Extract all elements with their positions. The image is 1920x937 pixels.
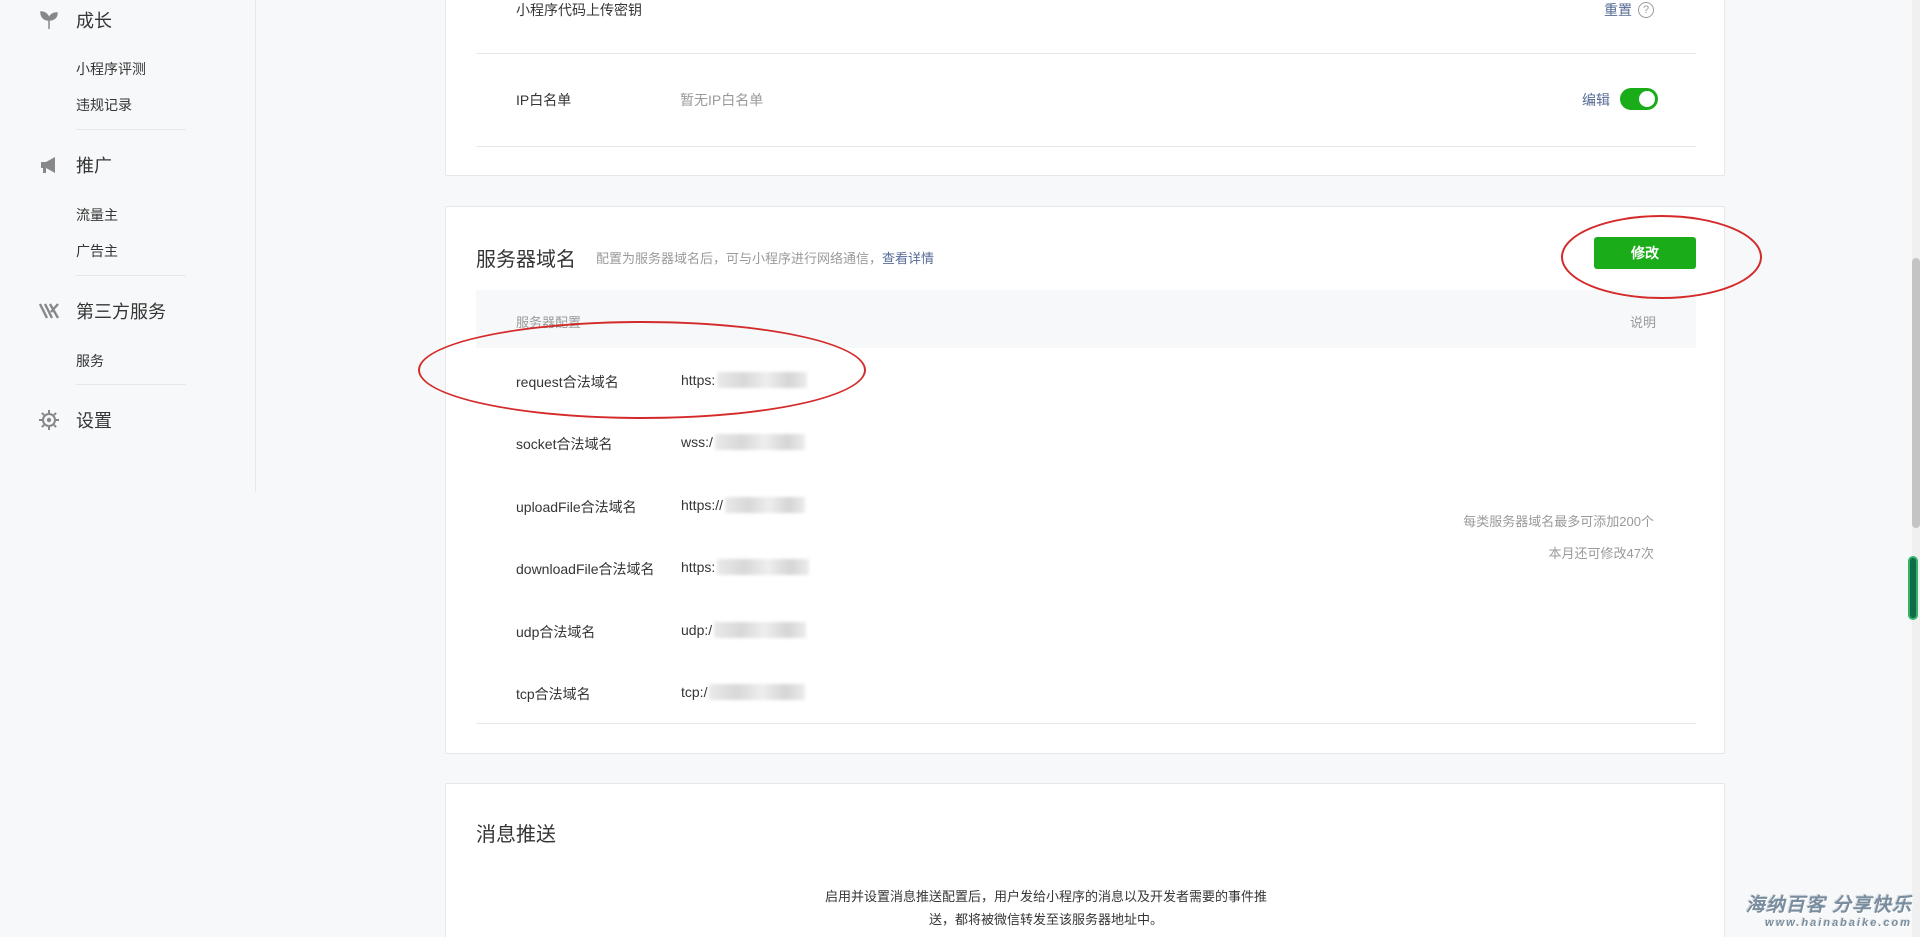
domain-value-text: https://	[681, 497, 724, 513]
scrollbar-thumb[interactable]	[1912, 258, 1920, 528]
ip-whitelist-label: IP白名单	[516, 92, 572, 108]
sidebar-divider	[76, 129, 186, 130]
domain-value: wss:/	[681, 434, 805, 450]
modify-quota-note: 本月还可修改47次	[1548, 546, 1654, 561]
divider	[476, 146, 1696, 147]
watermark-line: www.hainabaike.com	[1765, 917, 1912, 929]
redacted-domain	[714, 622, 807, 638]
description-line: 送，都将被微信转发至该服务器地址中。	[928, 912, 1163, 927]
help-icon[interactable]: ?	[1638, 2, 1654, 18]
gear-icon	[38, 409, 60, 431]
domain-value-text: https:	[681, 372, 716, 388]
domain-value-text: udp:/	[681, 622, 713, 638]
table-header: 服务器配置 说明	[476, 290, 1696, 348]
domain-label: tcp合法域名	[516, 686, 591, 702]
sidebar-item-services[interactable]: 服务	[76, 351, 104, 371]
table-row: udp合法域名 udp:/	[476, 612, 1236, 652]
domain-value-text: https:	[681, 559, 716, 575]
megaphone-icon	[38, 154, 60, 176]
watermark-logo: 海纳百客 分享快乐 www.hainabaike.com	[1746, 890, 1912, 929]
sidebar-divider	[76, 384, 186, 385]
sidebar: 成长 小程序评测 违规记录 推广 流量主 广告主 第三方服务 服务 设置	[0, 0, 256, 492]
third-party-icon	[38, 300, 60, 322]
header-note: 说明	[1629, 315, 1656, 330]
divider	[476, 53, 1696, 54]
domain-label: udp合法域名	[516, 624, 596, 640]
domain-label: downloadFile合法域名	[516, 561, 655, 577]
domain-label: uploadFile合法域名	[516, 499, 637, 515]
domain-value: https:	[681, 559, 810, 575]
upload-secret-label: 小程序代码上传密钥	[516, 2, 642, 18]
sidebar-item-traffic-owner[interactable]: 流量主	[76, 205, 118, 225]
ip-whitelist-toggle[interactable]	[1620, 88, 1658, 110]
sidebar-head-label: 设置	[76, 411, 112, 431]
sidebar-item-advertiser[interactable]: 广告主	[76, 241, 118, 261]
server-domain-description: 配置为服务器域名后，可与小程序进行网络通信，查看详情	[596, 248, 934, 267]
app-window: 成长 小程序评测 违规记录 推广 流量主 广告主 第三方服务 服务 设置 小程序…	[0, 0, 1920, 937]
sidebar-head-label: 第三方服务	[76, 302, 166, 322]
server-domain-card: 服务器域名 配置为服务器域名后，可与小程序进行网络通信，查看详情 修改 服务器配…	[445, 206, 1725, 754]
sidebar-head-growth[interactable]: 成长	[38, 5, 112, 35]
server-domain-title: 服务器域名	[476, 249, 576, 271]
redacted-domain	[714, 434, 805, 450]
page-scrollbar[interactable]	[1912, 0, 1920, 937]
domain-value: udp:/	[681, 622, 807, 638]
message-push-card: 消息推送 启用并设置消息推送配置后，用户发给小程序的消息以及开发者需要的事件推 …	[445, 783, 1725, 937]
sidebar-item-violations[interactable]: 违规记录	[76, 95, 132, 115]
description-text: 配置为服务器域名后，可与小程序进行网络通信，	[596, 251, 883, 266]
watermark-line: 海纳百客 分享快乐	[1745, 895, 1912, 916]
sidebar-divider	[76, 275, 186, 276]
sidebar-head-label: 推广	[76, 156, 112, 176]
redacted-domain	[725, 497, 806, 513]
description-line: 启用并设置消息推送配置后，用户发给小程序的消息以及开发者需要的事件推	[824, 889, 1267, 904]
table-row: socket合法域名 wss:/	[476, 424, 1236, 464]
table-row: request合法域名 https:	[476, 362, 1236, 402]
domain-limit-note: 每类服务器域名最多可添加200个	[1463, 514, 1654, 529]
sidebar-head-third-party[interactable]: 第三方服务	[38, 296, 166, 326]
sidebar-head-label: 成长	[76, 11, 112, 31]
domain-value-text: tcp:/	[681, 684, 708, 700]
domain-value: https://	[681, 497, 806, 513]
sidebar-head-promotion[interactable]: 推广	[38, 150, 112, 180]
sidebar-head-settings[interactable]: 设置	[38, 405, 112, 435]
leaf-icon	[38, 9, 60, 31]
header-server-config: 服务器配置	[516, 315, 582, 330]
domain-value-text: wss:/	[681, 434, 713, 450]
redacted-domain	[709, 684, 806, 700]
dev-settings-card: 小程序代码上传密钥 重置 ? IP白名单 暂无IP白名单 编辑	[445, 0, 1725, 176]
domain-label: socket合法域名	[516, 436, 613, 452]
domain-value: tcp:/	[681, 684, 806, 700]
sidebar-item-evaluation[interactable]: 小程序评测	[76, 59, 146, 79]
divider	[476, 723, 1696, 724]
toggle-knob	[1639, 91, 1655, 107]
domain-value: https:	[681, 372, 808, 388]
ip-whitelist-value: 暂无IP白名单	[680, 92, 764, 108]
view-details-link[interactable]: 查看详情	[882, 251, 934, 266]
message-push-description: 启用并设置消息推送配置后，用户发给小程序的消息以及开发者需要的事件推 送，都将被…	[786, 885, 1306, 931]
side-float-handle[interactable]	[1908, 556, 1918, 620]
table-row: downloadFile合法域名 https:	[476, 549, 1236, 589]
reset-secret-link[interactable]: 重置	[1604, 0, 1632, 20]
modify-button[interactable]: 修改	[1594, 237, 1696, 269]
table-row: tcp合法域名 tcp:/	[476, 674, 1236, 714]
redacted-domain	[717, 559, 810, 575]
edit-ip-link[interactable]: 编辑	[1582, 90, 1610, 110]
table-row: uploadFile合法域名 https://	[476, 487, 1236, 527]
domain-label: request合法域名	[516, 374, 619, 390]
redacted-domain	[717, 372, 808, 388]
message-push-title: 消息推送	[476, 824, 556, 846]
